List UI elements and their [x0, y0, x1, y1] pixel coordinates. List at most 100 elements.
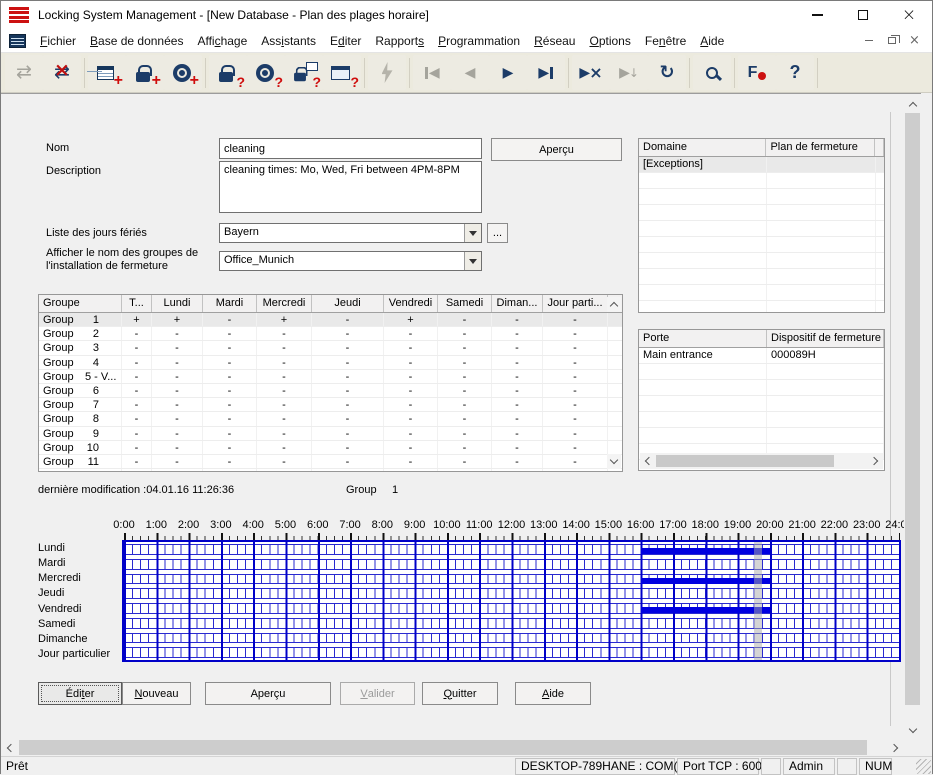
- apercu-button[interactable]: Aperçu: [205, 682, 331, 705]
- toolbar-new-transponder-button[interactable]: +: [164, 55, 202, 90]
- scroll-right-icon[interactable]: [868, 453, 883, 469]
- toolbar-nav-jump-button: ▶↓: [610, 55, 648, 90]
- holidays-select[interactable]: Bayern: [219, 223, 482, 243]
- group-row[interactable]: Group6---------: [39, 384, 622, 398]
- group-scroll-up-icon[interactable]: [607, 297, 621, 312]
- toolbar-disconnect-button[interactable]: ⇄×: [43, 55, 81, 90]
- toolbar-read-transponder-button[interactable]: ?: [247, 55, 285, 90]
- door-scroll-thumb[interactable]: [656, 455, 834, 467]
- nouveau-button[interactable]: Nouveau: [122, 682, 191, 705]
- door-table-scrollbar[interactable]: [640, 453, 883, 469]
- toolbar-filter-settings-button[interactable]: F: [738, 55, 776, 90]
- vertical-scroll-thumb[interactable]: [905, 113, 920, 705]
- menu-fichier[interactable]: Fichier: [33, 31, 83, 51]
- group-name: Group: [43, 328, 74, 340]
- group-row[interactable]: Group2---------: [39, 327, 622, 341]
- group-scroll-down-icon[interactable]: [607, 454, 621, 469]
- toolbar-nav-next-button[interactable]: ▶: [489, 55, 527, 90]
- time-bar-mercredi[interactable]: [641, 578, 770, 584]
- chevron-down-icon[interactable]: [464, 224, 481, 242]
- editer-button[interactable]: Éditer: [38, 682, 122, 705]
- menu-reseau[interactable]: Réseau: [527, 31, 582, 51]
- mdi-close-icon[interactable]: ×: [903, 32, 926, 49]
- close-icon[interactable]: ×: [886, 1, 932, 29]
- column-header-diman[interactable]: Diman...: [492, 295, 543, 312]
- menu-aide[interactable]: Aide: [693, 31, 731, 51]
- menu-rapports[interactable]: Rapports: [368, 31, 431, 51]
- minimize-icon[interactable]: [794, 1, 840, 29]
- column-header-lundi[interactable]: Lundi: [152, 295, 203, 312]
- table-row[interactable]: [Exceptions]: [639, 157, 884, 173]
- toolbar-help-button[interactable]: ?: [776, 55, 814, 90]
- group-row[interactable]: Group5 - V...---------: [39, 370, 622, 384]
- scroll-up-icon[interactable]: [904, 96, 921, 113]
- groups-select[interactable]: Office_Munich: [219, 251, 482, 271]
- column-header-plan-de-fermeture[interactable]: Plan de fermeture: [766, 139, 875, 156]
- column-header-mardi[interactable]: Mardi: [203, 295, 257, 312]
- column-header-vendredi[interactable]: Vendredi: [384, 295, 438, 312]
- menu-programmation[interactable]: Programmation: [431, 31, 527, 51]
- toolbar-read-lock-network-button[interactable]: ?: [285, 55, 323, 90]
- mdi-restore-icon[interactable]: [880, 32, 903, 49]
- scroll-down-icon[interactable]: [904, 722, 921, 739]
- menu-options[interactable]: Options: [582, 31, 637, 51]
- chevron-down-icon[interactable]: [464, 252, 481, 270]
- time-grid[interactable]: [122, 540, 901, 662]
- scroll-left-icon[interactable]: [1, 739, 18, 756]
- document-icon[interactable]: [9, 34, 26, 48]
- toolbar-search-button[interactable]: [693, 55, 731, 90]
- menu-base-de-donnees[interactable]: Base de données: [83, 31, 190, 51]
- holidays-browse-button[interactable]: ...: [487, 223, 508, 243]
- toolbar-nav-last-button[interactable]: ▶: [527, 55, 565, 90]
- toolbar-new-locking-plan-button[interactable]: +: [88, 55, 126, 90]
- horizontal-scrollbar[interactable]: [1, 739, 904, 756]
- column-header-t[interactable]: T...: [122, 295, 152, 312]
- menu-fenetre[interactable]: Fenêtre: [638, 31, 693, 51]
- table-body: [Exceptions]: [639, 157, 884, 312]
- time-bar-vendredi[interactable]: [641, 607, 770, 613]
- group-row[interactable]: Group8---------: [39, 412, 622, 426]
- hour-label: 15:00: [595, 519, 623, 531]
- toolbar-read-lock-button[interactable]: ?: [209, 55, 247, 90]
- menu-assistants[interactable]: Assistants: [254, 31, 323, 51]
- group-value-cell: -: [438, 398, 492, 411]
- group-row[interactable]: Group9---------: [39, 427, 622, 441]
- apercu-top-button[interactable]: Aperçu: [491, 138, 622, 161]
- column-header-groupe[interactable]: Groupe: [39, 295, 122, 312]
- description-input[interactable]: cleaning times: Mo, Wed, Fri between 4PM…: [219, 161, 482, 213]
- scroll-left-icon[interactable]: [640, 453, 655, 469]
- menu-affichage[interactable]: Affichage: [190, 31, 254, 51]
- column-header-jour-parti[interactable]: Jour parti...: [543, 295, 608, 312]
- mdi-minimize-icon[interactable]: [857, 32, 880, 49]
- scroll-right-icon[interactable]: [887, 739, 904, 756]
- aide-button[interactable]: Aide: [515, 682, 591, 705]
- toolbar-new-lock-button[interactable]: +: [126, 55, 164, 90]
- column-header-jeudi[interactable]: Jeudi: [312, 295, 384, 312]
- group-row[interactable]: Group10---------: [39, 441, 622, 455]
- toolbar-nav-cancel-button[interactable]: ▶×: [572, 55, 610, 90]
- group-row[interactable]: Group11---------: [39, 455, 622, 469]
- resize-grip[interactable]: [916, 759, 931, 774]
- toolbar-refresh-button[interactable]: ↻: [648, 55, 686, 90]
- column-header-porte[interactable]: Porte: [639, 330, 767, 347]
- quitter-button[interactable]: Quitter: [422, 682, 498, 705]
- maximize-icon[interactable]: [840, 1, 886, 29]
- group-row[interactable]: Group7---------: [39, 398, 622, 412]
- vertical-scrollbar[interactable]: [904, 96, 921, 739]
- group-row[interactable]: Group12---------: [39, 469, 622, 472]
- column-header-dispositif-de-fermeture[interactable]: Dispositif de fermeture: [767, 330, 884, 347]
- group-value-cell: -: [122, 441, 152, 454]
- table-row[interactable]: Main entrance000089H: [639, 348, 884, 364]
- column-header-samedi[interactable]: Samedi: [438, 295, 492, 312]
- column-header-domaine[interactable]: Domaine: [639, 139, 766, 156]
- group-row[interactable]: Group3---------: [39, 341, 622, 355]
- table-cell: [639, 253, 767, 268]
- time-bar-lundi[interactable]: [641, 548, 770, 554]
- menu-editer[interactable]: Editer: [323, 31, 368, 51]
- toolbar-read-remote-button[interactable]: ?: [323, 55, 361, 90]
- group-row[interactable]: Group1++-+-+---: [39, 313, 622, 327]
- group-row[interactable]: Group4---------: [39, 356, 622, 370]
- column-header-mercredi[interactable]: Mercredi: [257, 295, 312, 312]
- nom-input[interactable]: [219, 138, 482, 159]
- horizontal-scroll-thumb[interactable]: [19, 740, 867, 755]
